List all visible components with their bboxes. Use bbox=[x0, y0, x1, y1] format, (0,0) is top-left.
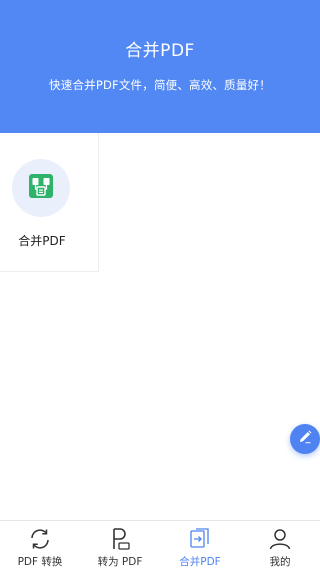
tab-to-pdf[interactable]: 转为 PDF bbox=[80, 521, 160, 569]
screen: 合并PDF 快速合并PDF文件，简便、高效、质量好！ 合并PDF PDF 转换 … bbox=[0, 0, 320, 569]
pdf-letter-icon bbox=[107, 526, 133, 552]
tab-label: PDF 转换 bbox=[17, 556, 63, 568]
tool-label: 合并PDF bbox=[18, 234, 66, 248]
tab-merge-pdf[interactable]: 合并PDF bbox=[160, 521, 240, 569]
page-title: 合并PDF bbox=[125, 41, 195, 61]
tool-icon-background bbox=[12, 159, 70, 217]
tab-label: 合并PDF bbox=[179, 556, 221, 568]
merge-pdf-icon bbox=[28, 173, 54, 203]
user-icon bbox=[267, 526, 293, 552]
tool-card-merge-pdf[interactable]: 合并PDF bbox=[0, 133, 99, 272]
pencil-edit-icon bbox=[297, 429, 313, 449]
merge-docs-icon bbox=[187, 526, 213, 552]
edit-fab-button[interactable] bbox=[290, 424, 320, 454]
page-subtitle: 快速合并PDF文件，简便、高效、质量好！ bbox=[49, 78, 271, 92]
tab-label: 我的 bbox=[269, 556, 291, 568]
tab-pdf-convert[interactable]: PDF 转换 bbox=[0, 521, 80, 569]
refresh-arrows-icon bbox=[27, 526, 53, 552]
header-banner: 合并PDF 快速合并PDF文件，简便、高效、质量好！ bbox=[0, 0, 320, 133]
bottom-tab-bar: PDF 转换 转为 PDF 合并PDF 我的 bbox=[0, 520, 320, 569]
tab-label: 转为 PDF bbox=[97, 556, 143, 568]
tab-mine[interactable]: 我的 bbox=[240, 521, 320, 569]
